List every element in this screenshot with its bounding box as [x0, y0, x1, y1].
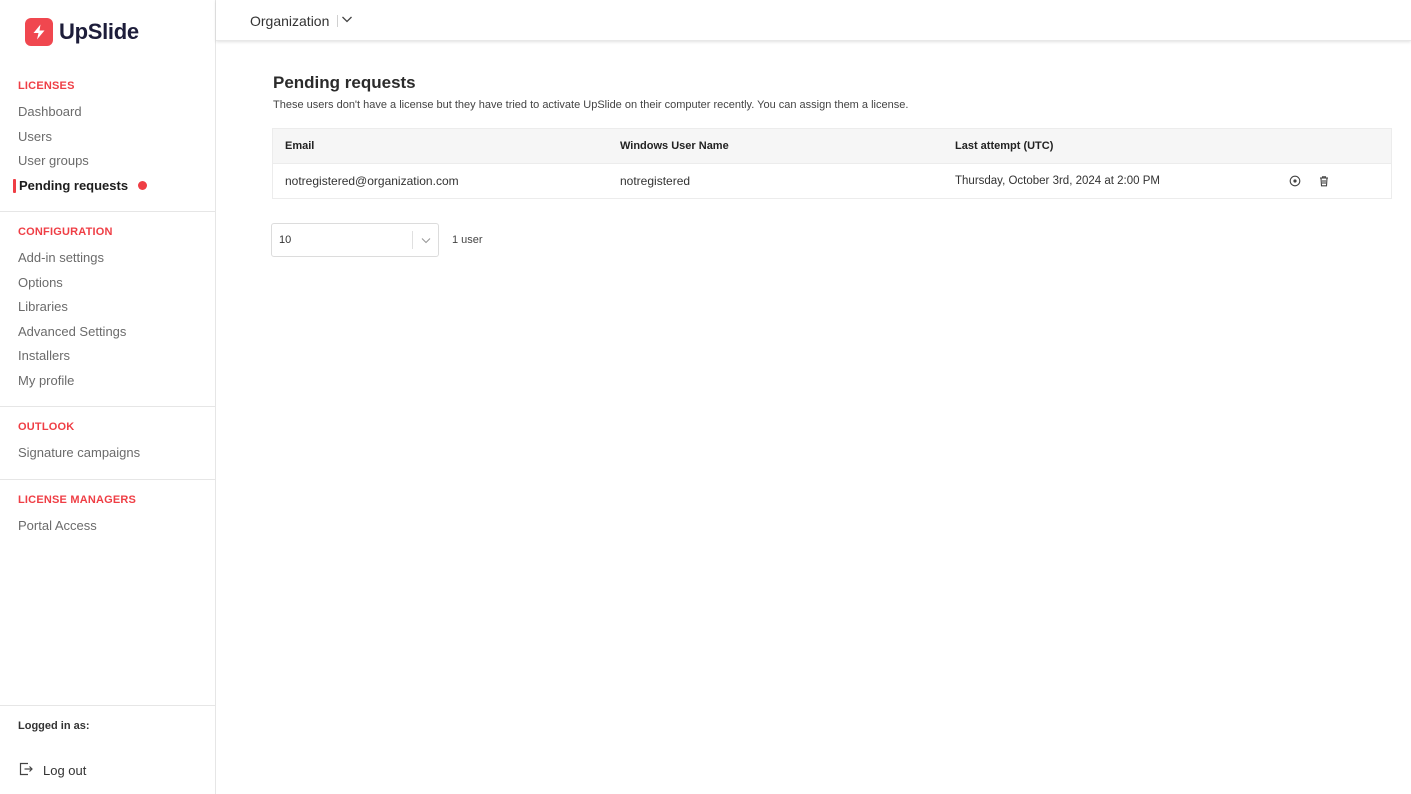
sidebar-item-users[interactable]: Users [0, 125, 215, 150]
sidebar-item-user-groups[interactable]: User groups [0, 149, 215, 174]
app-name: UpSlide [59, 19, 139, 44]
row-actions [1278, 174, 1391, 188]
topbar: Organization [216, 0, 1411, 41]
sidebar-divider [0, 211, 215, 212]
upslide-logo[interactable]: UpSlide [25, 18, 139, 46]
table-header: Email Windows User Name Last attempt (UT… [273, 129, 1391, 163]
lightning-icon [25, 18, 53, 46]
sidebar-divider [0, 406, 215, 407]
sidebar-item-pending-requests[interactable]: Pending requests [0, 174, 215, 199]
section-title-configuration: CONFIGURATION [18, 226, 113, 238]
page-title: Pending requests [273, 73, 416, 92]
trash-icon[interactable] [1317, 174, 1331, 188]
page-size-value: 10 [279, 234, 292, 246]
notification-dot [138, 180, 148, 190]
section-title-license-managers: LICENSE MANAGERS [18, 494, 137, 506]
page-size-select[interactable]: 10 [271, 223, 439, 257]
sidebar-item-installers[interactable]: Installers [0, 344, 215, 369]
selector-divider [337, 14, 339, 27]
organization-label: Organization [250, 12, 330, 29]
table-row: notregistered@organization.com notregist… [273, 163, 1391, 198]
section-title-outlook: OUTLOOK [18, 421, 75, 433]
column-header-last-attempt[interactable]: Last attempt (UTC) [943, 140, 1278, 152]
sidebar-divider [0, 479, 215, 480]
logged-in-label: Logged in as: [18, 720, 90, 732]
pending-requests-table: Email Windows User Name Last attempt (UT… [272, 128, 1392, 199]
sidebar-item-dashboard[interactable]: Dashboard [0, 100, 215, 125]
sidebar-item-add-in-settings[interactable]: Add-in settings [0, 246, 215, 271]
cell-email: notregistered@organization.com [285, 174, 459, 188]
organization-selector[interactable]: Organization [250, 12, 354, 29]
sidebar-item-portal-access[interactable]: Portal Access [0, 514, 215, 539]
sidebar-item-libraries[interactable]: Libraries [0, 295, 215, 320]
sidebar-item-label: Pending requests [19, 177, 129, 193]
outlook-section: OUTLOOK Signature campaigns [0, 421, 215, 466]
sidebar: UpSlide LICENSES Dashboard Users User gr… [0, 0, 216, 794]
licenses-section: LICENSES Dashboard Users User groups Pen… [0, 80, 215, 198]
logout-icon [18, 761, 34, 780]
sidebar-item-my-profile[interactable]: My profile [0, 369, 215, 394]
column-header-email[interactable]: Email [273, 140, 608, 152]
assign-license-icon[interactable] [1288, 174, 1302, 188]
sidebar-divider [0, 705, 215, 706]
section-title-licenses: LICENSES [18, 80, 75, 92]
configuration-section: CONFIGURATION Add-in settings Options Li… [0, 226, 215, 393]
license-managers-section: LICENSE MANAGERS Portal Access [0, 494, 215, 539]
logout-label: Log out [43, 763, 87, 778]
chevron-down-icon [413, 234, 438, 246]
chevron-down-icon [340, 12, 354, 29]
user-count: 1 user [452, 234, 483, 246]
column-header-windows-user-name[interactable]: Windows User Name [608, 140, 943, 152]
cell-username: notregistered [620, 174, 691, 188]
sidebar-item-advanced-settings[interactable]: Advanced Settings [0, 320, 215, 345]
cell-last-attempt: Thursday, October 3rd, 2024 at 2:00 PM [955, 175, 1160, 187]
sidebar-item-signature-campaigns[interactable]: Signature campaigns [0, 441, 215, 466]
page-description: These users don't have a license but the… [273, 99, 909, 111]
sidebar-item-options[interactable]: Options [0, 271, 215, 296]
logout-button[interactable]: Log out [18, 761, 86, 780]
